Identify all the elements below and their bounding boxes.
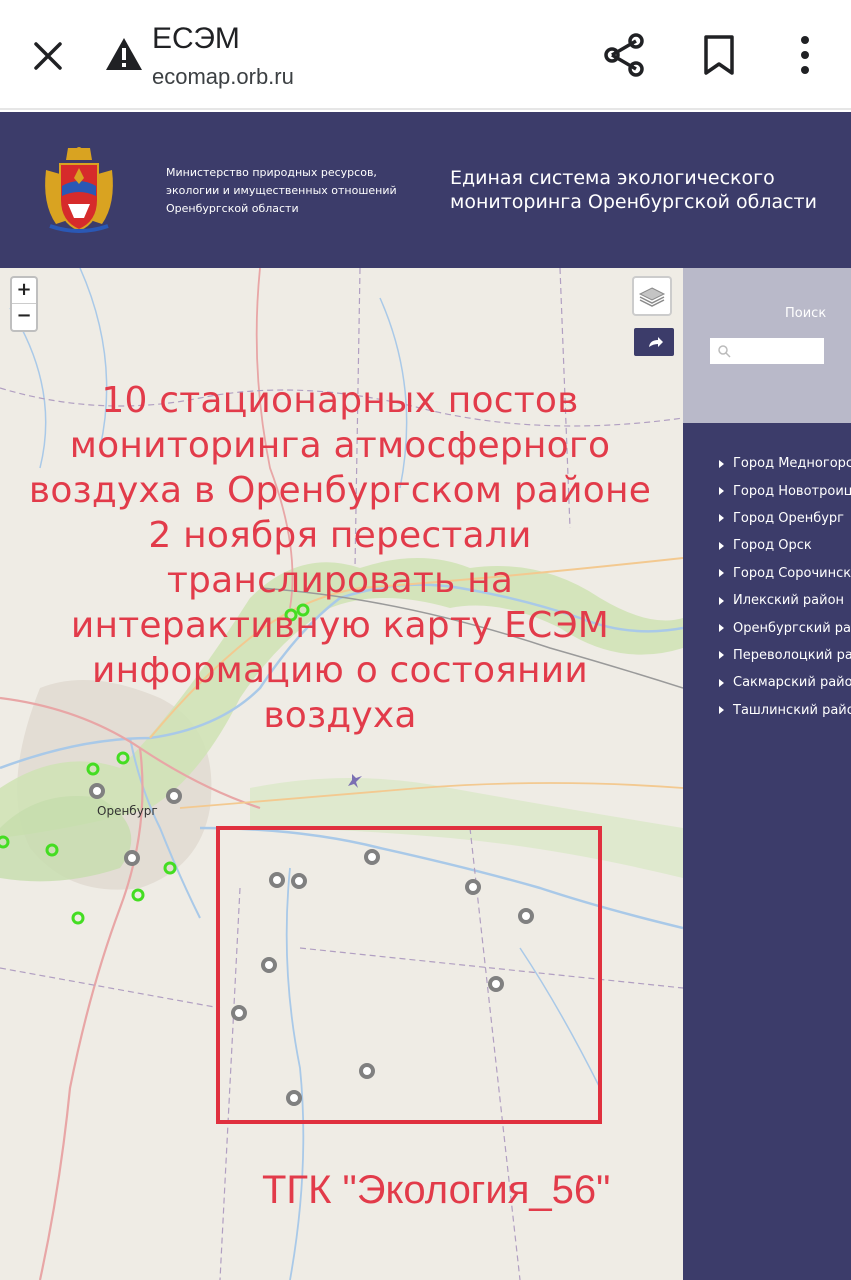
caret-right-icon xyxy=(719,596,724,605)
inactive-station-marker[interactable] xyxy=(518,908,534,924)
region-item[interactable]: Илекский район xyxy=(719,587,851,614)
region-item-label: Город Сорочинск xyxy=(733,565,851,581)
coat-of-arms-icon xyxy=(45,147,113,233)
inactive-station-marker[interactable] xyxy=(488,976,504,992)
layers-button[interactable] xyxy=(632,276,672,316)
region-item-label: Ташлинский район xyxy=(733,702,851,718)
side-panel: Поиск Город Медногорск Город Новотроицк … xyxy=(683,268,851,1280)
share-map-button[interactable] xyxy=(634,328,674,356)
page-title: ЕСЭМ xyxy=(152,22,240,55)
region-item-label: Город Оренбург xyxy=(733,510,844,526)
close-icon[interactable] xyxy=(28,36,68,76)
browser-toolbar: ЕСЭМ ecomap.orb.ru xyxy=(0,0,851,110)
inactive-station-marker[interactable] xyxy=(359,1063,375,1079)
caption-line: мониторинга атмосферного xyxy=(69,425,611,466)
inactive-station-marker[interactable] xyxy=(166,788,182,804)
caption-line: 10 стационарных постов xyxy=(101,380,579,421)
caption-line: информацию о состоянии xyxy=(92,650,588,691)
region-item-label: Оренбургский район xyxy=(733,620,851,636)
page-url[interactable]: ecomap.orb.ru xyxy=(152,64,294,90)
caret-right-icon xyxy=(719,706,724,715)
caret-right-icon xyxy=(719,569,724,578)
search-label: Поиск xyxy=(785,306,827,321)
map-view[interactable]: Оренбург + − 10 стационарных постов мони… xyxy=(0,268,683,1280)
zoom-control: + − xyxy=(10,276,38,332)
caret-right-icon xyxy=(719,651,724,660)
inactive-station-marker[interactable] xyxy=(231,1005,247,1021)
region-item[interactable]: Город Сорочинск xyxy=(719,560,851,587)
zoom-out-button[interactable]: − xyxy=(12,304,36,330)
region-list: Город Медногорск Город Новотроицк Город … xyxy=(719,450,851,724)
ministry-name: Министерство природных ресурсов, экологи… xyxy=(166,164,426,218)
inactive-station-marker[interactable] xyxy=(269,872,285,888)
inactive-station-marker[interactable] xyxy=(291,873,307,889)
zoom-in-button[interactable]: + xyxy=(12,278,36,304)
active-station-marker[interactable] xyxy=(86,762,100,776)
region-item-label: Город Орск xyxy=(733,538,812,554)
caption-line: транслировать на xyxy=(166,560,514,601)
city-label: Оренбург xyxy=(97,804,158,818)
caret-right-icon xyxy=(719,487,724,496)
region-item[interactable]: Город Орск xyxy=(719,532,851,559)
inactive-station-marker[interactable] xyxy=(364,849,380,865)
region-item[interactable]: Сакмарский район xyxy=(719,669,851,696)
overlay-caption: 10 стационарных постов мониторинга атмос… xyxy=(20,378,660,738)
region-item-label: Илекский район xyxy=(733,593,845,609)
active-station-marker[interactable] xyxy=(116,751,130,765)
active-station-marker[interactable] xyxy=(71,911,85,925)
active-station-marker[interactable] xyxy=(0,835,10,849)
caret-right-icon xyxy=(719,624,724,633)
region-item[interactable]: Переволоцкий район xyxy=(719,642,851,669)
caption-line: 2 ноября перестали xyxy=(148,515,532,556)
caption-line: воздуха в Оренбургском районе xyxy=(28,470,652,511)
more-vert-icon[interactable] xyxy=(790,34,820,76)
region-item-label: Переволоцкий район xyxy=(733,647,851,663)
system-name: Единая система экологического мониторинг… xyxy=(450,166,817,214)
inactive-station-marker[interactable] xyxy=(124,850,140,866)
inactive-station-marker[interactable] xyxy=(286,1090,302,1106)
inactive-station-marker[interactable] xyxy=(89,783,105,799)
region-item[interactable]: Ташлинский район xyxy=(719,697,851,724)
caret-right-icon xyxy=(719,541,724,550)
region-item-label: Сакмарский район xyxy=(733,675,851,691)
region-item[interactable]: Оренбургский район xyxy=(719,614,851,641)
region-item-label: Город Новотроицк xyxy=(733,483,851,499)
search-icon xyxy=(718,345,731,358)
watermark-text: ТГК "Экология_56" xyxy=(262,1168,611,1212)
arrow-share-icon xyxy=(649,337,663,347)
caret-right-icon xyxy=(719,678,724,687)
region-item-label: Город Медногорск xyxy=(733,456,851,472)
region-item[interactable]: Город Медногорск xyxy=(719,450,851,477)
caret-right-icon xyxy=(719,459,724,468)
active-station-marker[interactable] xyxy=(163,861,177,875)
ministry-line: экологии и имущественных отношений xyxy=(166,184,397,197)
region-item[interactable]: Город Оренбург xyxy=(719,505,851,532)
ministry-line: Оренбургской области xyxy=(166,202,299,215)
system-name-line: Единая система экологического xyxy=(450,167,775,189)
caption-line: воздуха xyxy=(263,695,417,736)
warning-icon[interactable] xyxy=(104,36,144,72)
bookmark-icon[interactable] xyxy=(700,34,738,76)
system-name-line: мониторинга Оренбургской области xyxy=(450,191,817,213)
share-icon[interactable] xyxy=(602,32,646,78)
search-panel: Поиск xyxy=(683,268,851,423)
region-item[interactable]: Город Новотроицк xyxy=(719,477,851,504)
site-header: Министерство природных ресурсов, экологи… xyxy=(0,112,851,268)
inactive-station-marker[interactable] xyxy=(261,957,277,973)
caret-right-icon xyxy=(719,514,724,523)
layers-icon xyxy=(638,287,666,307)
active-station-marker[interactable] xyxy=(131,888,145,902)
inactive-station-marker[interactable] xyxy=(465,879,481,895)
active-station-marker[interactable] xyxy=(45,843,59,857)
caption-line: интерактивную карту ЕСЭМ xyxy=(70,605,610,646)
ministry-line: Министерство природных ресурсов, xyxy=(166,166,377,179)
